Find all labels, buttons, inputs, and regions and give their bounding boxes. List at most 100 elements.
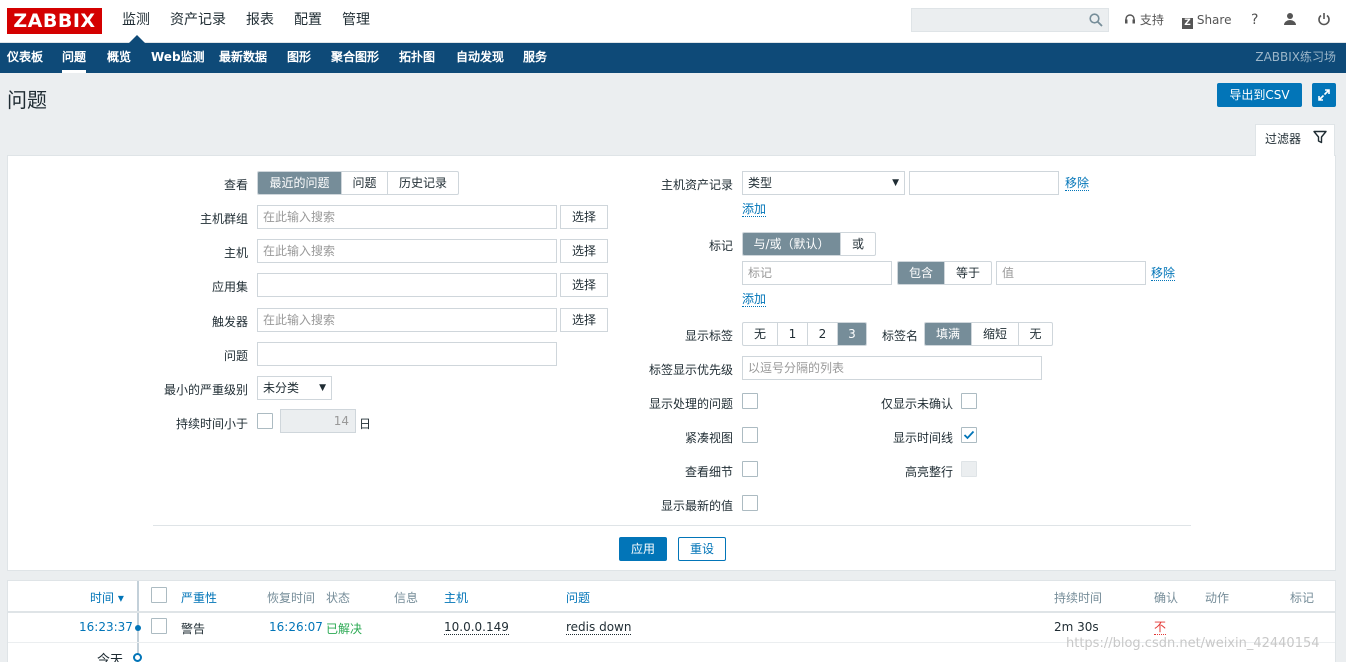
tag-eval-or[interactable]: 或 <box>841 233 875 255</box>
row-host-link[interactable]: 10.0.0.149 <box>444 620 509 635</box>
tag-eval-segmented-control[interactable]: 与/或（默认） 或 <box>742 232 876 256</box>
age-checkbox[interactable] <box>257 413 273 429</box>
submenu-graphs[interactable]: 图形 <box>287 43 311 73</box>
tag-name-shortened[interactable]: 缩短 <box>972 323 1019 345</box>
column-header-severity[interactable]: 严重性 <box>181 589 217 606</box>
submenu-problems[interactable]: 问题 <box>62 43 87 73</box>
page-title: 问题 <box>7 88 47 112</box>
tag-op-contains[interactable]: 包含 <box>898 262 945 284</box>
triggers-input[interactable]: 在此输入搜索 <box>257 308 557 332</box>
show-details-checkbox[interactable] <box>742 461 758 477</box>
show-suppressed-checkbox[interactable] <box>742 393 758 409</box>
row-severity: 警告 <box>181 622 206 636</box>
column-header-duration: 持续时间 <box>1054 591 1103 605</box>
show-timeline-checkbox[interactable] <box>961 427 977 443</box>
search-icon[interactable] <box>1089 13 1103 27</box>
show-suppressed-label: 显示处理的问题 <box>648 397 733 411</box>
filter-panel: 查看 最近的问题 问题 历史记录 主机群组 在此输入搜索 选择 主机 在此输入搜… <box>7 155 1336 571</box>
tag-name-input[interactable]: 标记 <box>742 261 892 285</box>
help-icon[interactable]: ? <box>1251 0 1258 40</box>
export-csv-button[interactable]: 导出到CSV <box>1217 83 1302 107</box>
menu-administration[interactable]: 管理 <box>342 0 370 43</box>
logout-icon[interactable] <box>1317 12 1331 26</box>
apply-button[interactable]: 应用 <box>619 537 667 561</box>
show-problems[interactable]: 问题 <box>342 172 388 194</box>
filter-divider <box>153 525 1191 526</box>
submenu-latest-data[interactable]: 最新数据 <box>219 43 267 73</box>
submenu-services[interactable]: 服务 <box>523 43 547 73</box>
reset-button[interactable]: 重设 <box>678 537 726 561</box>
inventory-value-input[interactable] <box>909 171 1059 195</box>
show-latest-values-checkbox[interactable] <box>742 495 758 511</box>
zabbix-logo[interactable]: ZABBIX <box>7 8 102 34</box>
hosts-select-button[interactable]: 选择 <box>560 239 608 263</box>
menu-configuration[interactable]: 配置 <box>294 0 322 43</box>
today-label: 今天 <box>97 649 127 662</box>
column-header-time[interactable]: 时间 ▾ <box>90 589 128 606</box>
submenu-dashboard[interactable]: 仪表板 <box>7 43 43 73</box>
tag-name-none[interactable]: 无 <box>1019 323 1052 345</box>
problem-input[interactable] <box>257 342 557 366</box>
tag-remove-link[interactable]: 移除 <box>1151 266 1176 281</box>
inventory-type-dropdown[interactable]: 类型 ▼ <box>742 171 905 195</box>
tag-value-input[interactable]: 值 <box>996 261 1146 285</box>
caret-down-icon: ▼ <box>319 383 326 393</box>
host-groups-input[interactable]: 在此输入搜索 <box>257 205 557 229</box>
select-all-checkbox[interactable] <box>151 587 167 603</box>
tag-priority-input[interactable]: 以逗号分隔的列表 <box>742 356 1042 380</box>
inventory-add-link[interactable]: 添加 <box>742 202 767 217</box>
tag-name-label: 标签名 <box>882 329 919 343</box>
submenu-overview[interactable]: 概览 <box>107 43 131 73</box>
severity-value: 未分类 <box>263 381 300 395</box>
submenu-discovery[interactable]: 自动发现 <box>456 43 504 73</box>
share-link[interactable]: Z Share <box>1182 0 1231 40</box>
show-tags-2[interactable]: 2 <box>808 323 838 345</box>
compact-view-checkbox[interactable] <box>742 427 758 443</box>
show-recent-problems[interactable]: 最近的问题 <box>258 172 342 194</box>
show-segmented-control[interactable]: 最近的问题 问题 历史记录 <box>257 171 459 195</box>
menu-inventory[interactable]: 资产记录 <box>170 0 226 43</box>
fullscreen-button[interactable] <box>1312 83 1336 107</box>
submenu-web[interactable]: Web监测 <box>151 43 205 73</box>
show-history[interactable]: 历史记录 <box>388 172 458 194</box>
problem-label: 问题 <box>223 349 248 363</box>
tag-op-equals[interactable]: 等于 <box>945 262 991 284</box>
inventory-remove-link[interactable]: 移除 <box>1065 176 1090 191</box>
filter-icon <box>1313 130 1327 144</box>
hosts-input[interactable]: 在此输入搜索 <box>257 239 557 263</box>
tag-name-full[interactable]: 填满 <box>925 323 972 345</box>
severity-dropdown[interactable]: 未分类 ▼ <box>257 376 332 400</box>
unack-only-checkbox[interactable] <box>961 393 977 409</box>
show-latest-values-label: 显示最新的值 <box>660 499 733 513</box>
filter-tab[interactable]: 过滤器 <box>1255 124 1335 156</box>
timeline-today-marker <box>133 653 142 662</box>
row-recovery-time[interactable]: 16:26:07 <box>269 620 323 634</box>
application-select-button[interactable]: 选择 <box>560 273 608 297</box>
user-profile-icon[interactable] <box>1283 12 1297 26</box>
age-days-input[interactable]: 14 <box>280 409 356 433</box>
menu-reports[interactable]: 报表 <box>246 0 274 43</box>
share-label: Share <box>1196 13 1232 27</box>
show-tags-segmented-control[interactable]: 无 1 2 3 <box>742 322 867 346</box>
tag-add-link[interactable]: 添加 <box>742 292 767 307</box>
row-ack-link[interactable]: 不 <box>1154 620 1167 635</box>
tag-eval-and-or[interactable]: 与/或（默认） <box>743 233 841 255</box>
support-link[interactable]: 支持 <box>1124 0 1164 40</box>
show-tags-3[interactable]: 3 <box>838 323 866 345</box>
row-select-checkbox[interactable] <box>151 618 167 634</box>
search-input[interactable] <box>911 8 1109 32</box>
tag-operator-segmented-control[interactable]: 包含 等于 <box>897 261 992 285</box>
show-tags-none[interactable]: 无 <box>743 323 778 345</box>
submenu-maps[interactable]: 拓扑图 <box>399 43 435 73</box>
row-time[interactable]: 16:23:37 <box>79 620 136 634</box>
submenu-screens[interactable]: 聚合图形 <box>331 43 379 73</box>
triggers-select-button[interactable]: 选择 <box>560 308 608 332</box>
application-input[interactable] <box>257 273 557 297</box>
tag-name-segmented-control[interactable]: 填满 缩短 无 <box>924 322 1053 346</box>
show-tags-1[interactable]: 1 <box>778 323 808 345</box>
column-header-status: 状态 <box>326 591 351 605</box>
row-problem-link[interactable]: redis down <box>566 620 632 635</box>
column-header-host[interactable]: 主机 <box>444 589 468 606</box>
column-header-problem[interactable]: 问题 <box>566 589 590 606</box>
host-groups-select-button[interactable]: 选择 <box>560 205 608 229</box>
